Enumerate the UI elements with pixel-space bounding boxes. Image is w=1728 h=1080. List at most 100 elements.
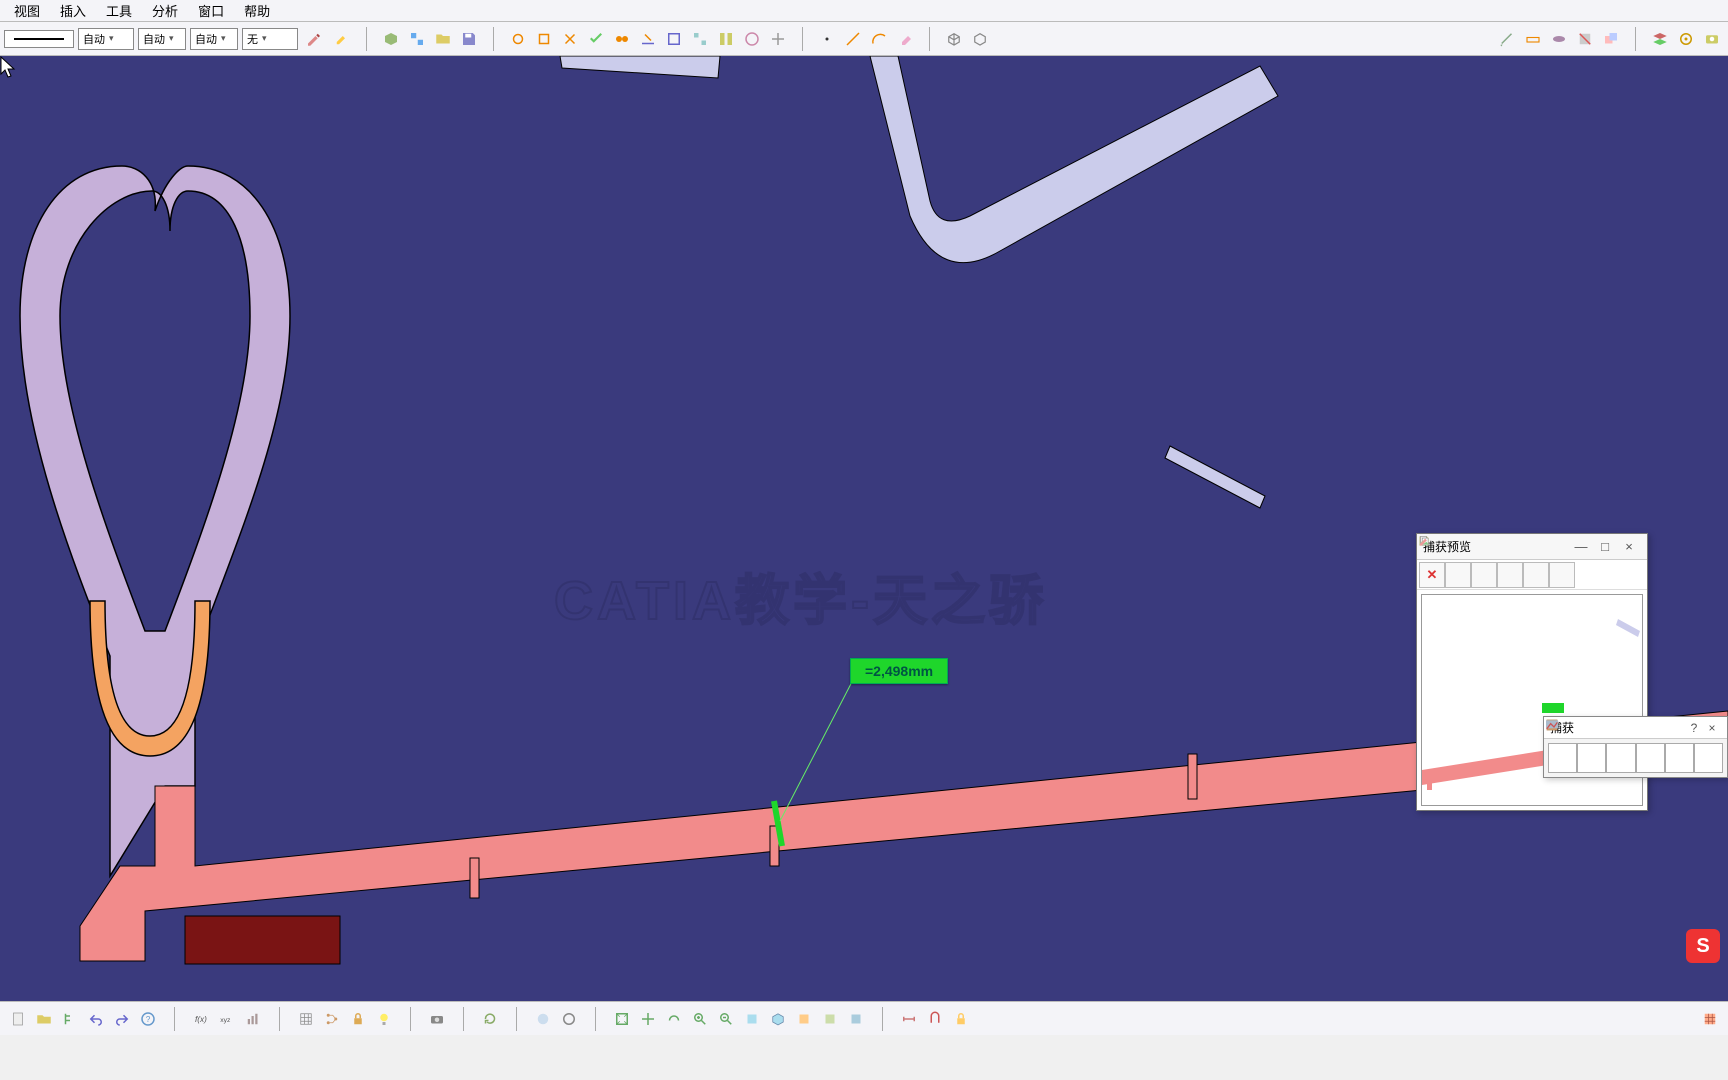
cap-mode-screen-icon[interactable] (1665, 743, 1694, 773)
bb-pan-icon[interactable] (636, 1007, 660, 1031)
constraint-icon-10[interactable] (740, 27, 764, 51)
cap-mode-region-icon[interactable] (1636, 743, 1665, 773)
cap-album-icon[interactable] (1523, 562, 1549, 588)
measure-inertia-icon[interactable] (1547, 27, 1571, 51)
menu-help[interactable]: 帮助 (234, 0, 280, 22)
sketch-arc-icon[interactable] (867, 27, 891, 51)
layer-mgr-icon[interactable] (1648, 27, 1672, 51)
constraint-icon-1[interactable] (506, 27, 530, 51)
constraint-icon-4[interactable] (584, 27, 608, 51)
capture-palette[interactable]: 捕获 ? × (1543, 716, 1728, 778)
sep (493, 27, 494, 51)
sep (802, 27, 803, 51)
bb-iso-icon[interactable] (766, 1007, 790, 1031)
constraint-icon-9[interactable] (714, 27, 738, 51)
highlight-icon[interactable] (330, 27, 354, 51)
view-mgr-icon[interactable] (1674, 27, 1698, 51)
open-icon[interactable] (431, 27, 455, 51)
cap-mode-simple-icon[interactable] (1548, 743, 1577, 773)
capture-palette-close[interactable]: × (1703, 721, 1721, 735)
bb-fit-icon[interactable] (610, 1007, 634, 1031)
save-icon[interactable] (457, 27, 481, 51)
iso-wire-icon[interactable] (968, 27, 992, 51)
bb-refresh-icon[interactable] (478, 1007, 502, 1031)
section-icon[interactable] (1573, 27, 1597, 51)
constraint-icon-3[interactable] (558, 27, 582, 51)
bb-xyz-icon[interactable]: xyz (215, 1007, 239, 1031)
measure-item-icon[interactable] (1521, 27, 1545, 51)
constraint-icon-11[interactable] (766, 27, 790, 51)
bb-help-icon[interactable]: ? (136, 1007, 160, 1031)
cap-mode-pointer-icon[interactable] (1577, 743, 1606, 773)
bb-zoomout-icon[interactable] (714, 1007, 738, 1031)
capture-preview-toolbar: ✕ (1417, 560, 1647, 590)
bb-dim-icon[interactable] (897, 1007, 921, 1031)
bb-fx-icon[interactable]: f(x) (189, 1007, 213, 1031)
cap-mode-active-icon[interactable] (1694, 743, 1723, 773)
part-icon[interactable] (379, 27, 403, 51)
sep (174, 1007, 175, 1031)
measure-dist-icon[interactable] (1495, 27, 1519, 51)
clash-icon[interactable] (1599, 27, 1623, 51)
bb-tree2-icon[interactable] (320, 1007, 344, 1031)
cap-close-icon[interactable]: ✕ (1419, 562, 1445, 588)
assembly-icon[interactable] (405, 27, 429, 51)
bb-lock-icon[interactable] (346, 1007, 370, 1031)
cap-save-icon[interactable] (1445, 562, 1471, 588)
erase-icon[interactable] (893, 27, 917, 51)
capture-preview-titlebar[interactable]: 捕获预览 — □ × (1417, 534, 1647, 560)
bb-zoomin-icon[interactable] (688, 1007, 712, 1031)
measure-label[interactable]: =2,498mm (850, 658, 948, 684)
menu-view[interactable]: 视图 (4, 0, 50, 22)
bb-view1-icon[interactable] (792, 1007, 816, 1031)
bb-sphere-icon[interactable] (531, 1007, 555, 1031)
bb-lock2-icon[interactable] (949, 1007, 973, 1031)
constraint-icon-6[interactable] (636, 27, 660, 51)
bb-doc-icon[interactable] (6, 1007, 30, 1031)
cap-copy-icon[interactable] (1497, 562, 1523, 588)
bb-tree-icon[interactable] (58, 1007, 82, 1031)
bb-chart-icon[interactable] (241, 1007, 265, 1031)
bb-grid-toggle-icon[interactable] (1698, 1007, 1722, 1031)
bb-normal-icon[interactable] (740, 1007, 764, 1031)
constraint-icon-7[interactable] (662, 27, 686, 51)
viewport-3d[interactable]: CATIA教学-天之骄 =2,498mm 捕获预览 — □ × ✕ (0, 56, 1728, 1013)
bb-camera-icon[interactable] (425, 1007, 449, 1031)
sep (882, 1007, 883, 1031)
bb-wireframe-icon[interactable] (557, 1007, 581, 1031)
line-style-sample[interactable] (4, 30, 74, 48)
menu-tools[interactable]: 工具 (96, 0, 142, 22)
bb-redo-icon[interactable] (110, 1007, 134, 1031)
bb-snap-icon[interactable] (923, 1007, 947, 1031)
bb-view2-icon[interactable] (818, 1007, 842, 1031)
sketch-point-icon[interactable] (815, 27, 839, 51)
constraint-icon-8[interactable] (688, 27, 712, 51)
capture-mgr-icon[interactable] (1700, 27, 1724, 51)
menu-insert[interactable]: 插入 (50, 0, 96, 22)
capture-palette-help[interactable]: ? (1685, 721, 1703, 735)
cap-mode-window-icon[interactable] (1606, 743, 1635, 773)
bb-light-icon[interactable] (372, 1007, 396, 1031)
line-width-combo[interactable]: 自动 (78, 28, 134, 50)
sketch-line-icon[interactable] (841, 27, 865, 51)
menu-window[interactable]: 窗口 (188, 0, 234, 22)
cap-print-icon[interactable] (1471, 562, 1497, 588)
minimize-button[interactable]: — (1569, 539, 1593, 554)
constraint-icon-2[interactable] (532, 27, 556, 51)
sep (410, 1007, 411, 1031)
bb-folder-icon[interactable] (32, 1007, 56, 1031)
brush-icon[interactable] (302, 27, 326, 51)
maximize-button[interactable]: □ (1593, 539, 1617, 554)
menu-analysis[interactable]: 分析 (142, 0, 188, 22)
layer-combo[interactable]: 无 (242, 28, 298, 50)
iso-box-icon[interactable] (942, 27, 966, 51)
cap-edit-icon[interactable] (1549, 562, 1575, 588)
bb-view3-icon[interactable] (844, 1007, 868, 1031)
bb-rotate-icon[interactable] (662, 1007, 686, 1031)
bb-undo-icon[interactable] (84, 1007, 108, 1031)
point-style-combo[interactable]: 自动 (190, 28, 238, 50)
constraint-icon-5[interactable] (610, 27, 634, 51)
line-type-combo[interactable]: 自动 (138, 28, 186, 50)
close-button[interactable]: × (1617, 539, 1641, 554)
bb-grid-icon[interactable] (294, 1007, 318, 1031)
